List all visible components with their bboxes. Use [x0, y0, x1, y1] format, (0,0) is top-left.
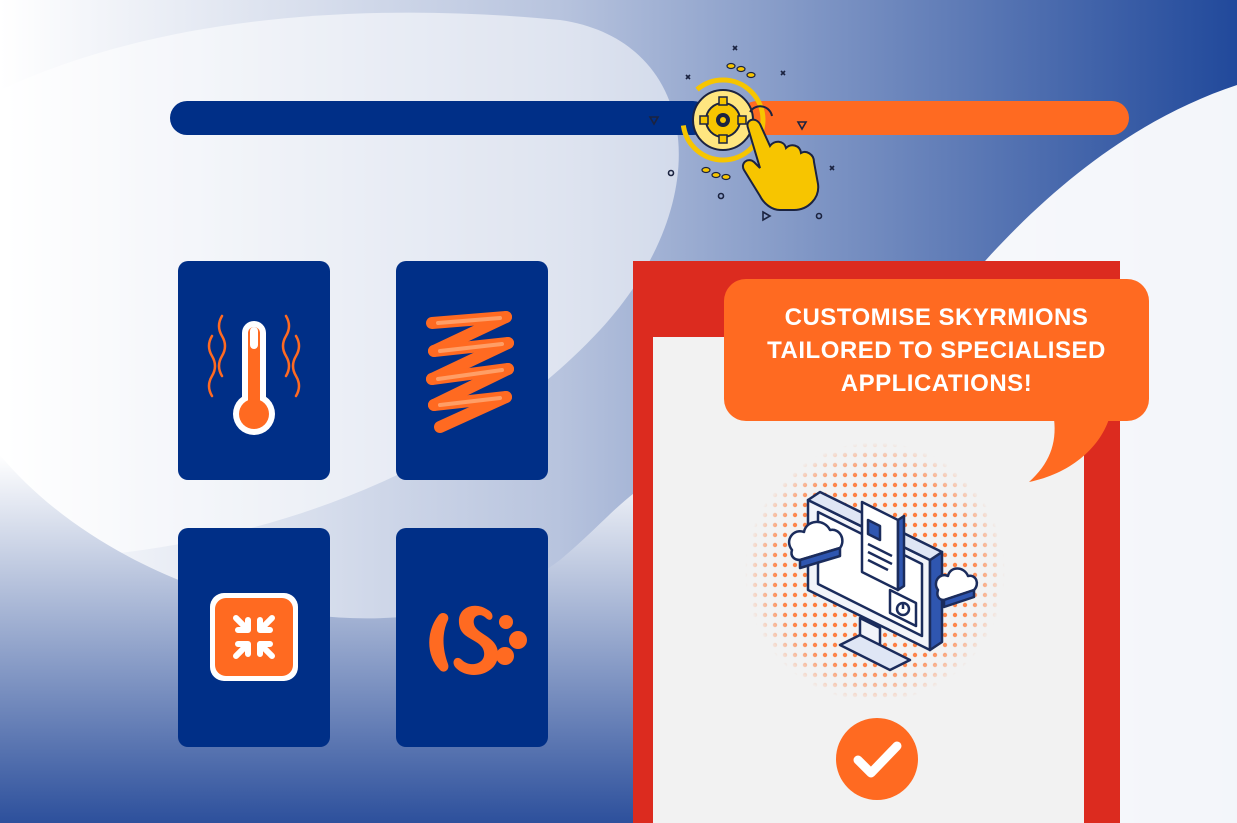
- tile-spring[interactable]: [396, 261, 548, 480]
- tile-compress[interactable]: [178, 528, 330, 747]
- thermometer-heat-icon: [207, 314, 301, 435]
- bubble-headline: CUSTOMISE SKYRMIONS TAILORED TO SPECIALI…: [724, 301, 1149, 400]
- slider-track-left[interactable]: [170, 101, 710, 135]
- tile-thermometer[interactable]: [178, 261, 330, 480]
- bubble-line-2: TAILORED TO SPECIALISED: [767, 337, 1106, 364]
- bubble-line-3: APPLICATIONS!: [840, 370, 1033, 397]
- compress-arrows-icon: [210, 593, 298, 681]
- bubble-line-1: CUSTOMISE SKYRMIONS: [784, 304, 1089, 331]
- spring-coil-icon: [426, 311, 514, 433]
- skyrmion-shapes-icon: [429, 605, 527, 675]
- tile-skyrmion[interactable]: [396, 528, 548, 747]
- speech-bubble: CUSTOMISE SKYRMIONS TAILORED TO SPECIALI…: [724, 279, 1149, 482]
- slider-track-right[interactable]: [740, 101, 1129, 135]
- checkmark-icon[interactable]: [836, 718, 918, 800]
- cloud-computer-isometric-icon: [745, 442, 1005, 702]
